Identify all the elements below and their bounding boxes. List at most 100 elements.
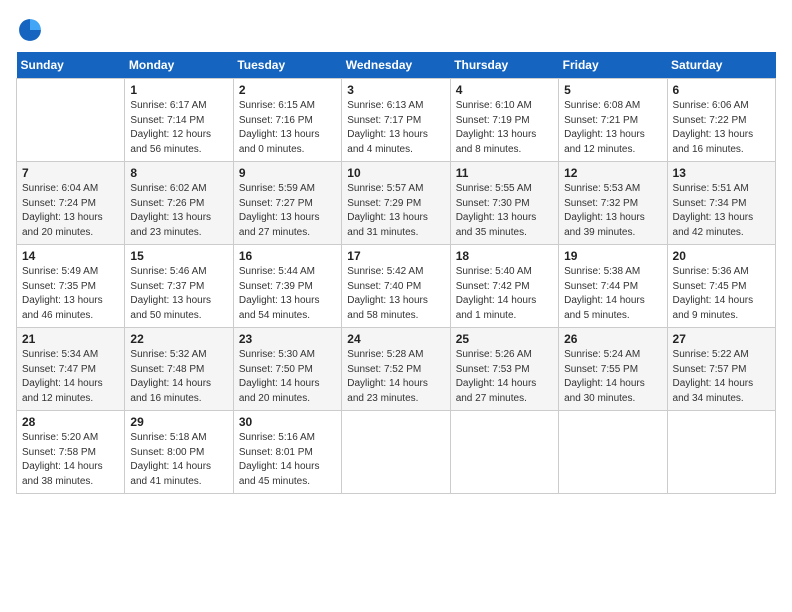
day-info: Sunrise: 5:42 AM Sunset: 7:40 PM Dayligh… bbox=[347, 265, 444, 323]
calendar-cell: 29 Sunrise: 5:18 AM Sunset: 8:00 PM Dayli… bbox=[125, 411, 233, 494]
calendar-cell: 8 Sunrise: 6:02 AM Sunset: 7:26 PM Daylig… bbox=[125, 162, 233, 245]
day-number: 27 bbox=[673, 332, 770, 346]
day-number: 30 bbox=[239, 415, 336, 429]
day-info: Sunrise: 5:40 AM Sunset: 7:42 PM Dayligh… bbox=[456, 265, 553, 323]
day-info: Sunrise: 5:20 AM Sunset: 7:58 PM Dayligh… bbox=[22, 431, 119, 489]
calendar-cell: 24 Sunrise: 5:28 AM Sunset: 7:52 PM Dayli… bbox=[342, 328, 450, 411]
calendar-cell: 15 Sunrise: 5:46 AM Sunset: 7:37 PM Dayli… bbox=[125, 245, 233, 328]
logo-icon bbox=[16, 16, 44, 44]
calendar-cell: 5 Sunrise: 6:08 AM Sunset: 7:21 PM Daylig… bbox=[559, 79, 667, 162]
day-number: 16 bbox=[239, 249, 336, 263]
calendar-cell: 23 Sunrise: 5:30 AM Sunset: 7:50 PM Dayli… bbox=[233, 328, 341, 411]
day-number: 8 bbox=[130, 166, 227, 180]
day-header-friday: Friday bbox=[559, 52, 667, 79]
day-info: Sunrise: 5:49 AM Sunset: 7:35 PM Dayligh… bbox=[22, 265, 119, 323]
day-header-wednesday: Wednesday bbox=[342, 52, 450, 79]
day-number: 4 bbox=[456, 83, 553, 97]
calendar-cell bbox=[450, 411, 558, 494]
calendar-cell: 6Sunrise: 6:06 AM Sunset: 7:22 PM Daylig… bbox=[667, 79, 775, 162]
day-number: 7 bbox=[22, 166, 119, 180]
calendar-cell: 19 Sunrise: 5:38 AM Sunset: 7:44 PM Dayli… bbox=[559, 245, 667, 328]
calendar-cell: 2 Sunrise: 6:15 AM Sunset: 7:16 PM Daylig… bbox=[233, 79, 341, 162]
day-info: Sunrise: 6:04 AM Sunset: 7:24 PM Dayligh… bbox=[22, 182, 119, 240]
calendar-cell: 30 Sunrise: 5:16 AM Sunset: 8:01 PM Dayli… bbox=[233, 411, 341, 494]
day-header-sunday: Sunday bbox=[17, 52, 125, 79]
calendar-cell: 22 Sunrise: 5:32 AM Sunset: 7:48 PM Dayli… bbox=[125, 328, 233, 411]
day-number: 10 bbox=[347, 166, 444, 180]
day-info: Sunrise: 5:55 AM Sunset: 7:30 PM Dayligh… bbox=[456, 182, 553, 240]
day-info: Sunrise: 5:53 AM Sunset: 7:32 PM Dayligh… bbox=[564, 182, 661, 240]
day-info: Sunrise: 5:26 AM Sunset: 7:53 PM Dayligh… bbox=[456, 348, 553, 406]
day-number: 19 bbox=[564, 249, 661, 263]
calendar-cell: 18 Sunrise: 5:40 AM Sunset: 7:42 PM Dayli… bbox=[450, 245, 558, 328]
day-header-thursday: Thursday bbox=[450, 52, 558, 79]
calendar-cell bbox=[559, 411, 667, 494]
day-number: 17 bbox=[347, 249, 444, 263]
day-info: Sunrise: 5:38 AM Sunset: 7:44 PM Dayligh… bbox=[564, 265, 661, 323]
day-number: 1 bbox=[130, 83, 227, 97]
day-info: Sunrise: 6:06 AM Sunset: 7:22 PM Dayligh… bbox=[673, 99, 770, 157]
day-info: Sunrise: 5:18 AM Sunset: 8:00 PM Dayligh… bbox=[130, 431, 227, 489]
day-info: Sunrise: 6:13 AM Sunset: 7:17 PM Dayligh… bbox=[347, 99, 444, 157]
calendar-table: SundayMondayTuesdayWednesdayThursdayFrid… bbox=[16, 52, 776, 494]
day-info: Sunrise: 5:22 AM Sunset: 7:57 PM Dayligh… bbox=[673, 348, 770, 406]
day-number: 29 bbox=[130, 415, 227, 429]
calendar-cell bbox=[17, 79, 125, 162]
days-header-row: SundayMondayTuesdayWednesdayThursdayFrid… bbox=[17, 52, 776, 79]
calendar-cell: 10 Sunrise: 5:57 AM Sunset: 7:29 PM Dayli… bbox=[342, 162, 450, 245]
calendar-cell: 27 Sunrise: 5:22 AM Sunset: 7:57 PM Dayli… bbox=[667, 328, 775, 411]
day-number: 28 bbox=[22, 415, 119, 429]
week-row-5: 28 Sunrise: 5:20 AM Sunset: 7:58 PM Dayli… bbox=[17, 411, 776, 494]
calendar-cell: 4 Sunrise: 6:10 AM Sunset: 7:19 PM Daylig… bbox=[450, 79, 558, 162]
calendar-cell: 28 Sunrise: 5:20 AM Sunset: 7:58 PM Dayli… bbox=[17, 411, 125, 494]
calendar-cell: 17 Sunrise: 5:42 AM Sunset: 7:40 PM Dayli… bbox=[342, 245, 450, 328]
day-header-tuesday: Tuesday bbox=[233, 52, 341, 79]
day-info: Sunrise: 5:57 AM Sunset: 7:29 PM Dayligh… bbox=[347, 182, 444, 240]
week-row-3: 14 Sunrise: 5:49 AM Sunset: 7:35 PM Dayli… bbox=[17, 245, 776, 328]
week-row-2: 7 Sunrise: 6:04 AM Sunset: 7:24 PM Daylig… bbox=[17, 162, 776, 245]
day-header-monday: Monday bbox=[125, 52, 233, 79]
day-info: Sunrise: 6:17 AM Sunset: 7:14 PM Dayligh… bbox=[130, 99, 227, 157]
day-info: Sunrise: 6:08 AM Sunset: 7:21 PM Dayligh… bbox=[564, 99, 661, 157]
calendar-cell: 9Sunrise: 5:59 AM Sunset: 7:27 PM Daylig… bbox=[233, 162, 341, 245]
calendar-cell: 13Sunrise: 5:51 AM Sunset: 7:34 PM Dayli… bbox=[667, 162, 775, 245]
day-info: Sunrise: 5:46 AM Sunset: 7:37 PM Dayligh… bbox=[130, 265, 227, 323]
day-number: 15 bbox=[130, 249, 227, 263]
day-number: 12 bbox=[564, 166, 661, 180]
day-number: 11 bbox=[456, 166, 553, 180]
calendar-cell: 16 Sunrise: 5:44 AM Sunset: 7:39 PM Dayli… bbox=[233, 245, 341, 328]
day-number: 20 bbox=[673, 249, 770, 263]
day-info: Sunrise: 6:02 AM Sunset: 7:26 PM Dayligh… bbox=[130, 182, 227, 240]
calendar-cell bbox=[667, 411, 775, 494]
day-number: 25 bbox=[456, 332, 553, 346]
calendar-cell: 3Sunrise: 6:13 AM Sunset: 7:17 PM Daylig… bbox=[342, 79, 450, 162]
day-info: Sunrise: 5:28 AM Sunset: 7:52 PM Dayligh… bbox=[347, 348, 444, 406]
day-info: Sunrise: 6:15 AM Sunset: 7:16 PM Dayligh… bbox=[239, 99, 336, 157]
day-number: 18 bbox=[456, 249, 553, 263]
day-number: 23 bbox=[239, 332, 336, 346]
calendar-cell: 20Sunrise: 5:36 AM Sunset: 7:45 PM Dayli… bbox=[667, 245, 775, 328]
day-info: Sunrise: 5:34 AM Sunset: 7:47 PM Dayligh… bbox=[22, 348, 119, 406]
week-row-4: 21 Sunrise: 5:34 AM Sunset: 7:47 PM Dayli… bbox=[17, 328, 776, 411]
day-info: Sunrise: 5:44 AM Sunset: 7:39 PM Dayligh… bbox=[239, 265, 336, 323]
header bbox=[16, 16, 776, 44]
day-info: Sunrise: 5:32 AM Sunset: 7:48 PM Dayligh… bbox=[130, 348, 227, 406]
calendar-cell: 14 Sunrise: 5:49 AM Sunset: 7:35 PM Dayli… bbox=[17, 245, 125, 328]
calendar-cell: 1 Sunrise: 6:17 AM Sunset: 7:14 PM Daylig… bbox=[125, 79, 233, 162]
day-number: 2 bbox=[239, 83, 336, 97]
calendar-cell: 26Sunrise: 5:24 AM Sunset: 7:55 PM Dayli… bbox=[559, 328, 667, 411]
day-number: 14 bbox=[22, 249, 119, 263]
day-number: 5 bbox=[564, 83, 661, 97]
calendar-cell bbox=[342, 411, 450, 494]
day-info: Sunrise: 5:16 AM Sunset: 8:01 PM Dayligh… bbox=[239, 431, 336, 489]
calendar-cell: 11 Sunrise: 5:55 AM Sunset: 7:30 PM Dayli… bbox=[450, 162, 558, 245]
logo bbox=[16, 16, 48, 44]
day-number: 22 bbox=[130, 332, 227, 346]
day-number: 21 bbox=[22, 332, 119, 346]
calendar-cell: 7 Sunrise: 6:04 AM Sunset: 7:24 PM Daylig… bbox=[17, 162, 125, 245]
day-info: Sunrise: 5:30 AM Sunset: 7:50 PM Dayligh… bbox=[239, 348, 336, 406]
day-info: Sunrise: 5:24 AM Sunset: 7:55 PM Dayligh… bbox=[564, 348, 661, 406]
day-info: Sunrise: 5:51 AM Sunset: 7:34 PM Dayligh… bbox=[673, 182, 770, 240]
day-number: 24 bbox=[347, 332, 444, 346]
day-info: Sunrise: 6:10 AM Sunset: 7:19 PM Dayligh… bbox=[456, 99, 553, 157]
